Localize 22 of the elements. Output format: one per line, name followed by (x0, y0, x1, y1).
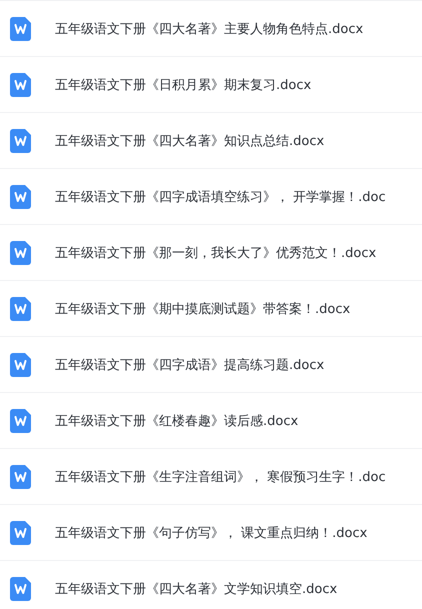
word-file-icon (10, 520, 31, 544)
file-name[interactable]: 五年级语文下册《日积月累》期末复习.docx (55, 76, 312, 94)
file-name[interactable]: 五年级语文下册《四大名著》文学知识填空.docx (55, 580, 338, 598)
word-file-icon (10, 72, 31, 96)
word-file-icon (10, 128, 31, 152)
word-file-icon (10, 408, 31, 432)
word-file-icon (10, 184, 31, 208)
file-name[interactable]: 五年级语文下册《那一刻，我长大了》优秀范文！.docx (55, 244, 376, 262)
word-file-icon (10, 576, 31, 600)
word-file-icon (10, 352, 31, 376)
file-name[interactable]: 五年级语文下册《四大名著》知识点总结.docx (55, 132, 324, 150)
file-name[interactable]: 五年级语文下册《期中摸底测试题》带答案！.docx (55, 300, 350, 318)
file-name[interactable]: 五年级语文下册《四字成语》提高练习题.docx (55, 356, 324, 374)
word-file-icon (10, 296, 31, 320)
file-name[interactable]: 五年级语文下册《生字注音组词》， 寒假预习生字！.doc (55, 468, 386, 486)
file-name[interactable]: 五年级语文下册《四大名著》主要人物角色特点.docx (55, 20, 364, 38)
word-file-icon (10, 16, 31, 40)
file-name[interactable]: 五年级语文下册《句子仿写》， 课文重点归纳！.docx (55, 524, 368, 542)
word-file-icon (10, 464, 31, 488)
file-name[interactable]: 五年级语文下册《红楼春趣》读后感.docx (55, 412, 298, 430)
file-name[interactable]: 五年级语文下册《四字成语填空练习》， 开学掌握！.doc (55, 188, 386, 206)
word-file-icon (10, 240, 31, 264)
